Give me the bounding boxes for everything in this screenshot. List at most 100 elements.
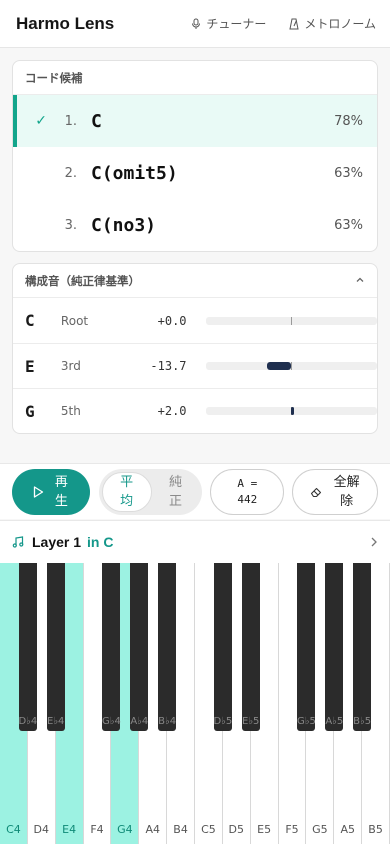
key-label: G5 [312, 823, 328, 836]
key-label: B5 [368, 823, 383, 836]
chord-candidates-title: コード候補 [25, 70, 83, 85]
chord-candidate-row[interactable]: ✓ 1. C 78% [13, 95, 377, 147]
candidate-score: 78% [334, 113, 363, 129]
just-intonation-option[interactable]: 純正 [152, 472, 200, 512]
tone-role: 5th [60, 404, 81, 418]
tone-note: G [25, 401, 35, 421]
play-icon [34, 485, 44, 498]
key-label: A4 [145, 823, 160, 836]
black-key[interactable]: D♭4 [18, 563, 37, 731]
key-label: D♭5 [213, 716, 233, 727]
key-label: A5 [340, 823, 355, 836]
black-key[interactable]: G♭5 [297, 563, 316, 731]
app-title: Harmo Lens [16, 13, 115, 33]
key-label: E4 [62, 823, 77, 836]
tone-note: C [25, 311, 35, 330]
tuning-toggle: 平均 純正 [98, 468, 203, 515]
black-key[interactable]: A♭5 [325, 563, 344, 731]
black-key[interactable]: G♭4 [102, 563, 121, 731]
key-label: B4 [173, 823, 188, 836]
tuner-label: チューナー [206, 17, 267, 31]
music-note-icon [12, 536, 24, 548]
key-label: D4 [33, 823, 49, 836]
tuner-button[interactable]: チューナー [190, 15, 266, 32]
chevron-right-icon[interactable] [370, 536, 378, 548]
key-label: E♭4 [47, 716, 65, 727]
candidate-chord-name: C(no3) [91, 214, 157, 236]
check-icon: ✓ [35, 113, 47, 129]
reference-pitch-button[interactable]: A = 442 [210, 468, 285, 515]
chord-candidates-heading: コード候補 [13, 61, 377, 95]
chord-tones-title: 構成音（純正律基準） [25, 273, 140, 288]
candidate-chord-name: C [91, 110, 102, 132]
layer-selector[interactable]: Layer 1 in C [0, 520, 390, 563]
chevron-up-icon[interactable] [355, 274, 365, 288]
layer-key: in C [87, 534, 114, 550]
candidate-rank: 1. [64, 113, 77, 129]
chord-tone-list: C Root +0.0 E 3rd -13.7 G 5th +2.0 [13, 298, 377, 433]
eraser-icon [310, 487, 321, 497]
key-label: G4 [117, 823, 133, 836]
equal-temperament-option[interactable]: 平均 [101, 471, 152, 512]
microphone-icon [192, 18, 201, 29]
tone-cents: +2.0 [157, 404, 187, 418]
chord-tone-row: G 5th +2.0 [13, 388, 377, 433]
candidate-score: 63% [334, 165, 363, 181]
candidate-rank: 2. [64, 165, 77, 181]
candidate-chord-name: C(omit5) [91, 162, 178, 184]
deviation-fill [267, 362, 291, 370]
cents-deviation-bar [205, 407, 377, 415]
deviation-fill [290, 407, 294, 415]
chord-candidate-row[interactable]: 3. C(no3) 63% [13, 199, 377, 251]
tone-role: 3rd [60, 359, 81, 373]
equal-temperament-label: 平均 [120, 474, 134, 509]
chord-tone-row: E 3rd -13.7 [13, 343, 377, 388]
center-marker [290, 316, 292, 325]
key-label: C4 [6, 823, 21, 836]
key-label: B♭5 [353, 716, 372, 727]
just-intonation-label: 純正 [169, 474, 183, 509]
key-label: E♭5 [242, 716, 260, 727]
key-label: B♭4 [158, 716, 177, 727]
black-key[interactable]: E♭5 [241, 563, 260, 731]
chord-candidate-row[interactable]: 2. C(omit5) 63% [13, 147, 377, 199]
tone-cents: +0.0 [157, 313, 187, 328]
tone-cents: -13.7 [150, 359, 187, 373]
metronome-icon [289, 18, 299, 29]
key-label: A♭5 [325, 716, 344, 727]
app-header: Harmo Lens チューナー メトロノーム [0, 0, 390, 48]
clear-all-label: 全解除 [333, 474, 360, 509]
tone-note: E [25, 356, 35, 376]
key-label: D5 [228, 823, 244, 836]
reference-pitch-value: 442 [237, 492, 258, 506]
key-label: A♭4 [130, 716, 149, 727]
metronome-label: メトロノーム [304, 17, 376, 31]
key-label: E5 [257, 823, 272, 836]
candidate-score: 63% [334, 217, 363, 233]
chord-tones-heading[interactable]: 構成音（純正律基準） [13, 264, 377, 298]
metronome-button[interactable]: メトロノーム [288, 15, 376, 32]
chord-candidates-card: コード候補 ✓ 1. C 78% 2. C(omit5) 63% 3. C(no… [12, 60, 378, 252]
layer-name: Layer 1 [32, 534, 82, 550]
piano-keyboard: C4 D4 E4 F4 G4 A4 B4 C5 D5 E5 F5 G5 A5 B5 D♭4 E♭4 G♭4 A♭4… [0, 563, 390, 844]
cents-deviation-bar [205, 362, 377, 370]
key-label: G♭5 [297, 716, 316, 727]
black-key[interactable]: B♭4 [158, 563, 177, 731]
chord-tones-card: 構成音（純正律基準） C Root +0.0 E 3rd -13.7 G 5th… [12, 263, 378, 434]
chord-tone-row: C Root +0.0 [13, 298, 377, 343]
clear-all-button[interactable]: 全解除 [292, 468, 378, 515]
key-label: D♭4 [18, 716, 38, 727]
black-key[interactable]: B♭5 [353, 563, 372, 731]
black-key[interactable]: D♭5 [213, 563, 232, 731]
play-label: 再生 [54, 474, 68, 509]
key-label: F5 [285, 823, 299, 836]
tone-role: Root [60, 313, 89, 328]
playback-controls: 再生 平均 純正 A = 442 全解除 [0, 463, 390, 519]
center-marker [290, 362, 292, 370]
key-label: C5 [201, 823, 216, 836]
black-key[interactable]: A♭4 [130, 563, 149, 731]
black-key[interactable]: E♭4 [46, 563, 65, 731]
key-label: G♭4 [102, 716, 121, 727]
play-button[interactable]: 再生 [12, 468, 90, 515]
candidate-rank: 3. [64, 217, 77, 233]
